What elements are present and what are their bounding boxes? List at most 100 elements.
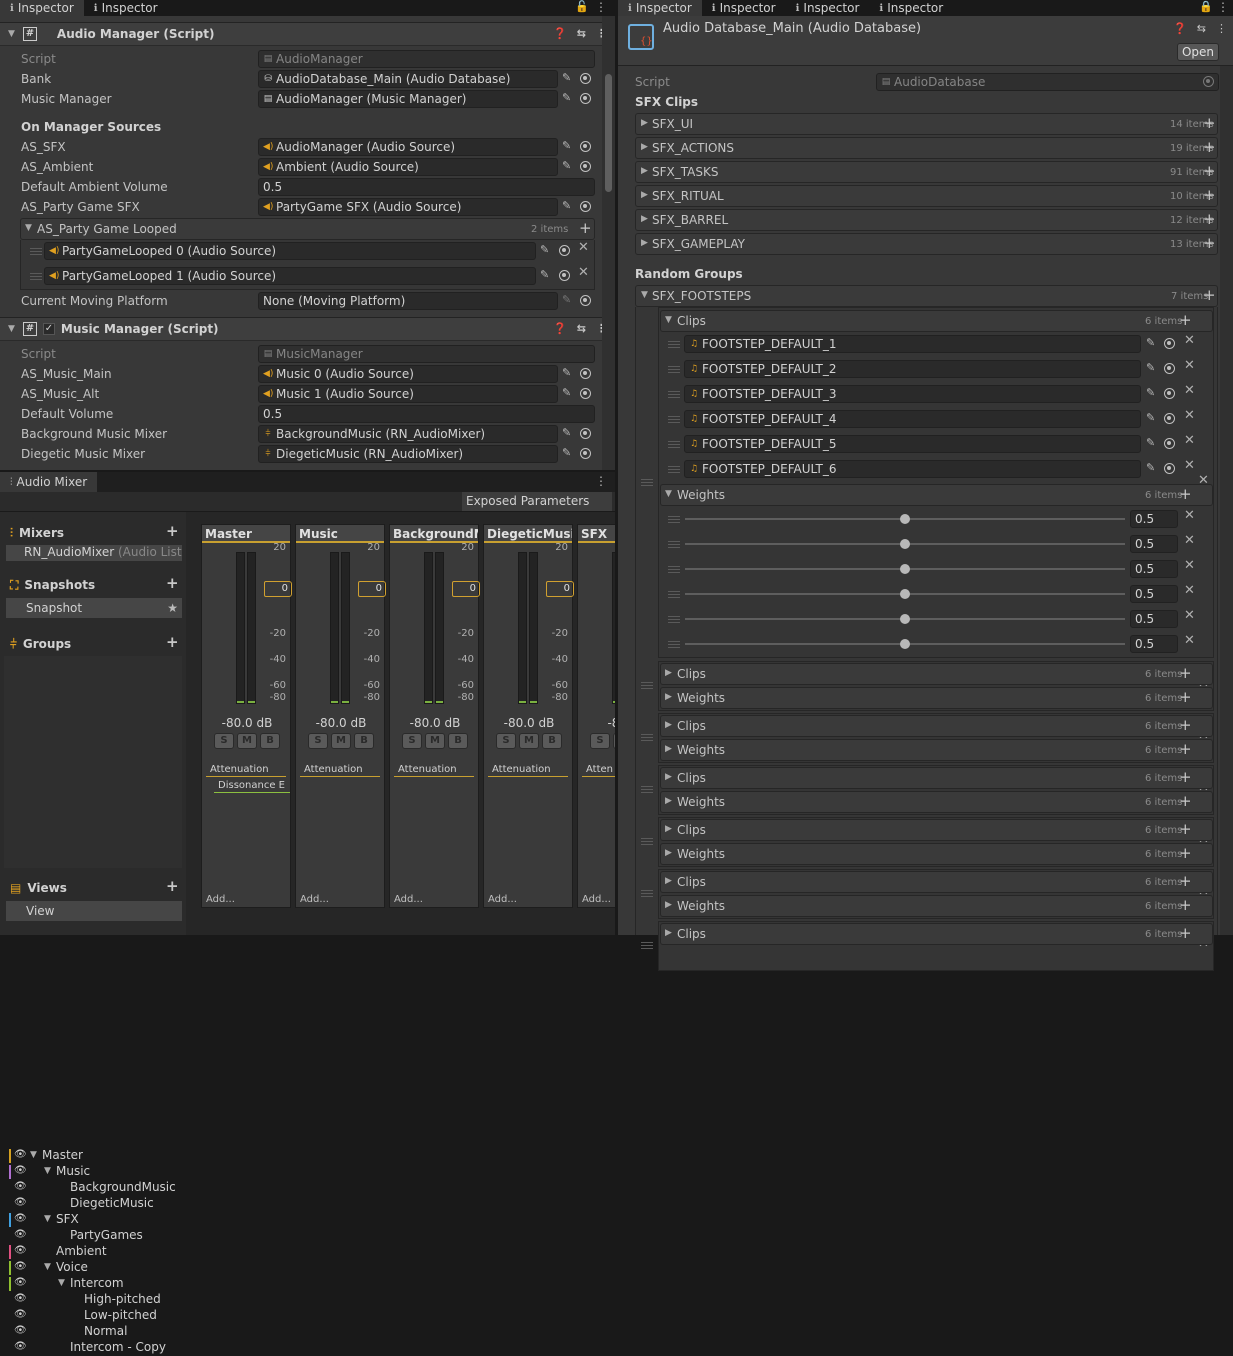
group-item[interactable]: 👁 DiegeticMusic [4, 1196, 182, 1212]
expand-arrow-icon[interactable]: ▶ [665, 772, 672, 782]
drag-handle[interactable] [668, 366, 680, 373]
eye-icon[interactable]: 👁 [14, 1197, 27, 1208]
b-button[interactable]: B [260, 733, 280, 749]
drag-handle[interactable] [641, 942, 653, 949]
lock-icon[interactable]: 🔒 [1199, 0, 1213, 13]
footstep-clip-field[interactable]: ♫ FOOTSTEP_DEFAULT_5 [684, 435, 1141, 453]
weight-slider-knob[interactable] [900, 639, 910, 649]
m-button[interactable]: M [237, 733, 257, 749]
object-picker-icon[interactable] [1203, 76, 1214, 87]
remove-item-icon[interactable]: ✕ [1184, 358, 1195, 373]
add-effect-button[interactable]: Add... [394, 894, 423, 905]
add-item-icon[interactable]: + [1179, 924, 1192, 942]
eye-icon[interactable]: 👁 [14, 1341, 27, 1352]
add-effect-button[interactable]: Add... [582, 894, 611, 905]
group-item[interactable]: 👁 PartyGames [4, 1228, 182, 1244]
eye-icon[interactable]: 👁 [14, 1309, 27, 1320]
drag-handle[interactable] [668, 416, 680, 423]
expand-arrow-icon[interactable]: ▶ [665, 848, 672, 858]
add-item-icon[interactable]: + [1203, 114, 1216, 132]
object-picker-icon[interactable] [1164, 338, 1175, 349]
add-item-icon[interactable]: + [1203, 210, 1216, 228]
expand-arrow-icon[interactable]: ▼ [44, 1214, 51, 1224]
tab-inspector-5[interactable]: ℹ Inspector [786, 0, 870, 16]
scrollbar[interactable] [1220, 66, 1233, 935]
drag-handle[interactable] [641, 682, 653, 689]
m-button[interactable]: M [331, 733, 351, 749]
group-item[interactable]: 👁 Ambient [4, 1244, 182, 1260]
fader-handle[interactable]: 0 [264, 581, 292, 597]
sfx-clip-group[interactable]: ▶ SFX_ACTIONS 19 items + [635, 137, 1218, 159]
add-item-icon[interactable]: + [1179, 485, 1192, 503]
clips-foldout[interactable]: ▶ Clips 6 items + [660, 767, 1213, 789]
add-item-icon[interactable]: + [1179, 664, 1192, 682]
open-button[interactable]: Open [1177, 43, 1219, 61]
object-picker-icon[interactable] [1164, 413, 1175, 424]
s-button[interactable]: S [402, 733, 422, 749]
s-button[interactable]: S [214, 733, 234, 749]
expand-arrow-icon[interactable]: ▶ [665, 824, 672, 834]
fold-arrow-icon[interactable]: ▼ [665, 315, 672, 325]
eye-icon[interactable]: 👁 [14, 1293, 27, 1304]
expand-arrow-icon[interactable]: ▶ [665, 744, 672, 754]
edit-icon[interactable]: ✎ [1146, 436, 1155, 449]
remove-item-icon[interactable]: ✕ [1184, 433, 1195, 448]
group-item[interactable]: 👁 ▼ SFX [4, 1212, 182, 1228]
group-item[interactable]: 👁 High-pitched [4, 1292, 182, 1308]
m-button[interactable]: M [613, 733, 615, 749]
add-item-icon[interactable]: + [1179, 844, 1192, 862]
eye-icon[interactable]: 👁 [14, 1277, 27, 1288]
effect-slot[interactable]: Atten [582, 763, 615, 777]
expand-arrow-icon[interactable]: ▶ [665, 876, 672, 886]
drag-handle[interactable] [641, 734, 653, 741]
mixer-strip[interactable]: Master 20 -20 -40 -60 -80 0 -80.0 dB S M B Attenuat… [201, 524, 292, 908]
sfx-clip-group[interactable]: ▶ SFX_GAMEPLAY 13 items + [635, 233, 1218, 255]
expand-arrow-icon[interactable]: ▶ [641, 142, 648, 152]
group-item[interactable]: 👁 ▼ Voice [4, 1260, 182, 1276]
edit-icon[interactable]: ✎ [1146, 386, 1155, 399]
expand-arrow-icon[interactable]: ▶ [665, 720, 672, 730]
effect-slot[interactable]: Attenuation [488, 763, 568, 777]
fader-handle[interactable]: 0 [546, 581, 574, 597]
m-button[interactable]: M [425, 733, 445, 749]
more-icon[interactable]: ⋮ [1217, 0, 1229, 14]
weights-foldout[interactable]: ▼ Weights 6 items + [660, 484, 1213, 506]
add-item-icon[interactable]: + [1203, 162, 1216, 180]
remove-item-icon[interactable]: ✕ [1184, 408, 1195, 423]
s-button[interactable]: S [496, 733, 516, 749]
help-icon[interactable]: ❓ [1173, 22, 1187, 35]
tab-inspector-3[interactable]: ℹ Inspector [618, 0, 702, 16]
object-picker-icon[interactable] [1164, 388, 1175, 399]
drag-handle[interactable] [668, 591, 680, 598]
footsteps-group[interactable]: ▼ SFX_FOOTSTEPS 7 items + [635, 285, 1218, 307]
sfx-clip-group[interactable]: ▶ SFX_RITUAL 10 items + [635, 185, 1218, 207]
remove-item-icon[interactable]: ✕ [1184, 583, 1195, 598]
expand-arrow-icon[interactable]: ▶ [641, 166, 648, 176]
clips-foldout[interactable]: ▼ Clips 6 items + [660, 310, 1213, 332]
add-effect-button[interactable]: Add... [488, 894, 517, 905]
fader-handle[interactable]: 0 [452, 581, 480, 597]
add-effect-button[interactable]: Add... [300, 894, 329, 905]
weight-slider-knob[interactable] [900, 514, 910, 524]
edit-icon[interactable]: ✎ [1146, 361, 1155, 374]
eye-icon[interactable]: 👁 [14, 1245, 27, 1256]
b-button[interactable]: B [542, 733, 562, 749]
weight-slider-knob[interactable] [900, 564, 910, 574]
tab-inspector-6[interactable]: ℹ Inspector [869, 0, 953, 16]
weights-foldout[interactable]: ▶ Weights 6 items + [660, 791, 1213, 813]
group-item[interactable]: 👁 ▼ Intercom [4, 1276, 182, 1292]
expand-arrow-icon[interactable]: ▼ [30, 1150, 37, 1160]
eye-icon[interactable]: 👁 [14, 1149, 27, 1160]
add-item-icon[interactable]: + [1179, 896, 1192, 914]
edit-icon[interactable]: ✎ [1146, 411, 1155, 424]
drag-handle[interactable] [668, 566, 680, 573]
drag-handle[interactable] [641, 786, 653, 793]
weight-slider-knob[interactable] [900, 589, 910, 599]
eye-icon[interactable]: 👁 [14, 1181, 27, 1192]
footstep-clip-field[interactable]: ♫ FOOTSTEP_DEFAULT_3 [684, 385, 1141, 403]
clips-foldout[interactable]: ▶ Clips 6 items + [660, 819, 1213, 841]
preset-icon[interactable]: ⇆ [1197, 22, 1206, 35]
add-item-icon[interactable]: + [1179, 768, 1192, 786]
add-item-icon[interactable]: + [1179, 716, 1192, 734]
eye-icon[interactable]: 👁 [14, 1213, 27, 1224]
